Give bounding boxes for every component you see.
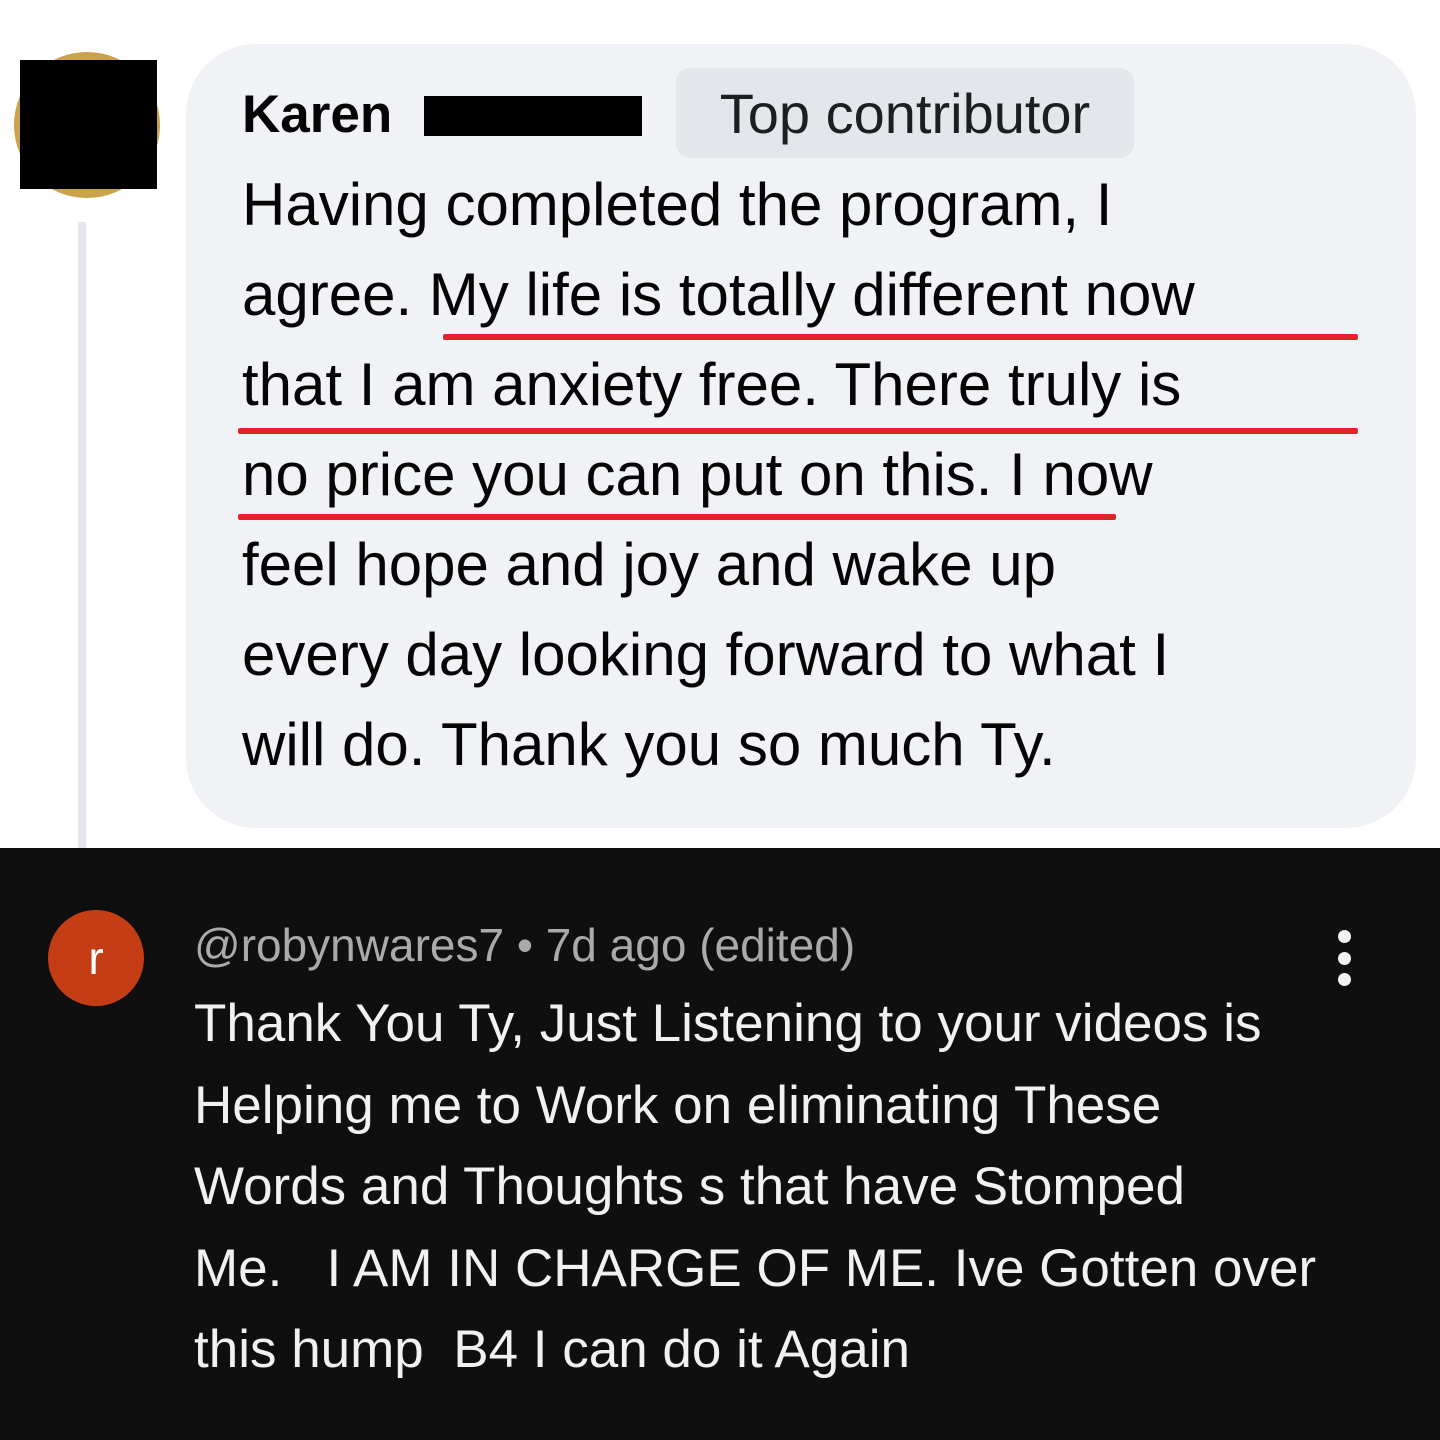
comment-text-line: every day looking forward to what I	[242, 621, 1170, 688]
comment-text-line: will do. Thank you so much Ty.	[242, 711, 1056, 778]
comment-text-line: Me. I AM IN CHARGE OF ME. Ive Gotten ove…	[194, 1239, 1317, 1298]
comment-text-line: this hump B4 I can do it Again	[194, 1320, 910, 1379]
red-underline-highlight	[238, 428, 1358, 434]
comment-text-line: Helping me to Work on eliminating These	[194, 1076, 1162, 1135]
comment-text-line: no price you can put on this. I now	[242, 441, 1153, 508]
red-underline-highlight	[238, 514, 1116, 520]
surname-redaction-box	[424, 96, 642, 136]
avatar-redaction-box	[20, 60, 157, 189]
comment-text-line: Having completed the program, I	[242, 171, 1113, 238]
comment-text-line: Words and Thoughts s that have Stomped	[194, 1157, 1185, 1216]
comment-meta[interactable]: @robynwares7 • 7d ago (edited)	[194, 918, 855, 972]
comment-text-line: agree. My life is totally different now	[242, 261, 1195, 328]
more-vertical-icon[interactable]	[1328, 930, 1360, 986]
reply-thread-line	[78, 222, 86, 848]
comment-text-line: Thank You Ty, Just Listening to your vid…	[194, 994, 1262, 1053]
red-underline-highlight	[443, 334, 1358, 340]
comment-text-line: feel hope and joy and wake up	[242, 531, 1056, 598]
commenter-name[interactable]: Karen	[242, 84, 392, 145]
comment-text-line: that I am anxiety free. There truly is	[242, 351, 1182, 418]
commenter-avatar[interactable]: r	[48, 910, 144, 1006]
top-contributor-badge: Top contributor	[676, 68, 1134, 158]
